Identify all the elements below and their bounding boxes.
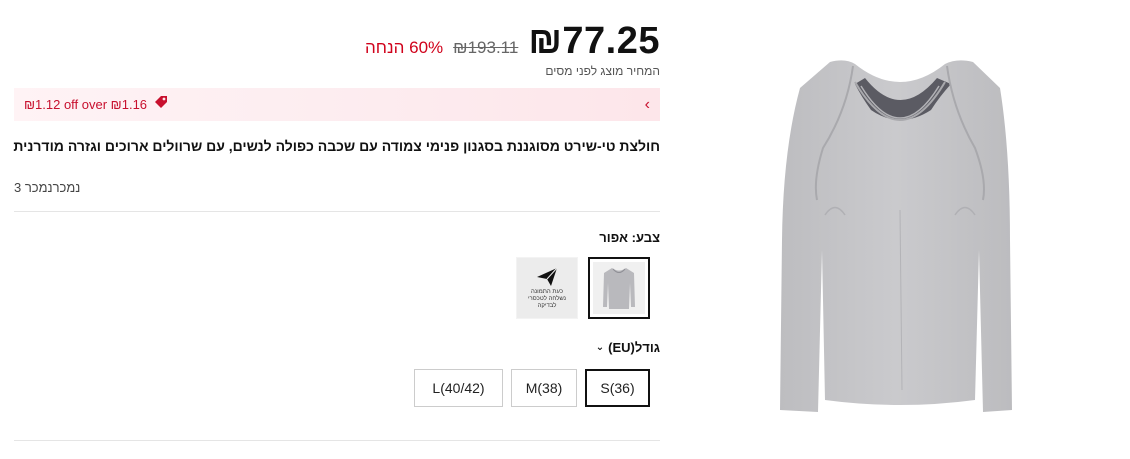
product-page: ₪77.25 ₪193.11 60% הנחה המחיר מוצג לפני … (0, 0, 1130, 459)
divider (14, 440, 660, 441)
size-option-m[interactable]: M(38) (511, 369, 577, 407)
tag-icon (153, 94, 169, 115)
current-price: ₪77.25 (528, 20, 660, 62)
chevron-down-icon: ⌄ (595, 342, 605, 353)
sold-count: נמכרנמכר 3 (14, 180, 81, 195)
promo-coupon-bar[interactable]: ‹ ₪1.12 off over ₪1.16 (14, 88, 660, 121)
price-row: ₪77.25 ₪193.11 60% הנחה (365, 20, 660, 63)
product-info-panel: ₪77.25 ₪193.11 60% הנחה המחיר מוצג לפני … (13, 0, 660, 459)
swatch-thumbnail (593, 262, 645, 314)
size-label[interactable]: גודל(EU) ⌄ (596, 340, 660, 355)
size-option-l[interactable]: L(40/42) (414, 369, 503, 407)
promo-content: ₪1.12 off over ₪1.16 (24, 94, 169, 115)
size-option-s[interactable]: S(36) (585, 369, 650, 407)
product-main-image[interactable] (675, 0, 1130, 459)
shirt-thumbnail-icon (603, 268, 635, 309)
discount-badge: 60% הנחה (365, 38, 444, 57)
swatch-caption: כעת התמונה נשלחה לטכסרי לבדיקה (527, 288, 566, 309)
product-title: חולצת טי-שירט מסוגננת בסגנון פנימי צמודה… (13, 138, 660, 154)
divider (14, 211, 660, 212)
color-swatch-gray[interactable] (588, 257, 650, 319)
shirt-image (780, 60, 1012, 413)
tax-note: המחיר מוצג לפני מסים (545, 64, 660, 78)
promo-text: ₪1.12 off over ₪1.16 (24, 97, 148, 112)
paper-plane-icon (537, 267, 558, 286)
original-price: ₪193.11 (453, 38, 519, 57)
size-label-text: גודל(EU) (608, 340, 660, 355)
color-swatch-pending[interactable]: כעת התמונה נשלחה לטכסרי לבדיקה (516, 257, 578, 319)
chevron-left-icon: ‹ (644, 95, 650, 113)
color-label: צבע: אפור (599, 230, 660, 245)
swatch-photo: כעת התמונה נשלחה לטכסרי לבדיקה (517, 258, 577, 318)
